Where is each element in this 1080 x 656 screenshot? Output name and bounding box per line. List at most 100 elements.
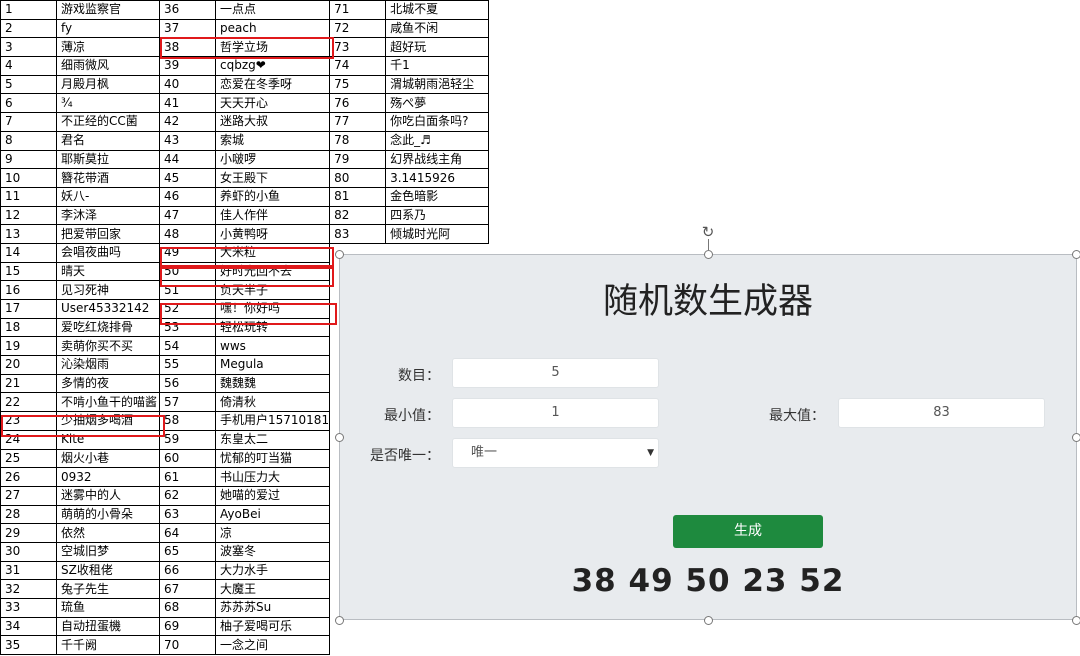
table-cell-name[interactable]: 倚清秋 bbox=[214, 392, 331, 413]
table-cell-name[interactable]: 少抽烟多喝酒 bbox=[56, 411, 160, 431]
table-cell-number[interactable]: 12 bbox=[0, 205, 57, 226]
table-cell-number[interactable]: 2 bbox=[0, 18, 57, 39]
table-cell-name[interactable]: 千千阙 bbox=[56, 635, 160, 656]
resize-handle-top[interactable] bbox=[704, 250, 713, 259]
table-cell-name[interactable]: 好时光回不去 bbox=[214, 261, 331, 282]
table-cell-name[interactable]: AyoBei bbox=[214, 504, 331, 525]
table-cell-number[interactable]: 41 bbox=[159, 93, 216, 114]
table-cell-number[interactable]: 58 bbox=[159, 411, 216, 431]
table-cell-name[interactable]: 晴天 bbox=[56, 261, 160, 282]
table-cell-name[interactable]: 多情的夜 bbox=[56, 373, 160, 394]
table-cell-name[interactable]: 不正经的CC菌 bbox=[56, 112, 160, 132]
table-cell-number[interactable]: 7 bbox=[0, 112, 57, 132]
table-cell-name[interactable]: 爱吃红烧排骨 bbox=[56, 317, 160, 338]
unique-select[interactable]: 唯一 ▼ bbox=[452, 438, 659, 468]
table-cell-number[interactable]: 62 bbox=[159, 485, 216, 506]
table-cell-name[interactable]: 渭城朝雨浥轻尘 bbox=[385, 74, 490, 95]
table-cell-number[interactable]: 15 bbox=[0, 261, 57, 282]
count-input[interactable]: 5 bbox=[452, 358, 659, 388]
table-cell-number[interactable]: 55 bbox=[159, 355, 216, 375]
table-cell-name[interactable]: 耶斯莫拉 bbox=[56, 149, 160, 170]
table-cell-name[interactable]: 东皇太二 bbox=[214, 429, 331, 450]
table-cell-name[interactable]: wws bbox=[214, 336, 331, 357]
table-cell-number[interactable]: 43 bbox=[159, 130, 216, 151]
table-cell-number[interactable]: 50 bbox=[159, 261, 216, 282]
table-cell-name[interactable]: 北城不夏 bbox=[385, 0, 490, 20]
table-cell-number[interactable]: 47 bbox=[159, 205, 216, 226]
table-cell-name[interactable]: 把爱带回家 bbox=[56, 224, 160, 244]
table-cell-number[interactable]: 52 bbox=[159, 299, 216, 319]
table-cell-number[interactable]: 22 bbox=[0, 392, 57, 413]
table-cell-number[interactable]: 18 bbox=[0, 317, 57, 338]
table-cell-name[interactable]: 沁染烟雨 bbox=[56, 355, 160, 375]
generate-button[interactable]: 生成 bbox=[673, 515, 823, 548]
table-cell-number[interactable]: 54 bbox=[159, 336, 216, 357]
table-cell-name[interactable]: 妖八- bbox=[56, 186, 160, 207]
table-cell-name[interactable]: cqbzg❤ bbox=[214, 56, 331, 76]
table-cell-name[interactable]: 千1 bbox=[385, 56, 490, 76]
table-cell-name[interactable]: ¾ bbox=[56, 93, 160, 114]
table-cell-number[interactable]: 59 bbox=[159, 429, 216, 450]
table-cell-number[interactable]: 53 bbox=[159, 317, 216, 338]
table-cell-name[interactable]: 不啃小鱼干的喵酱 bbox=[56, 392, 160, 413]
table-cell-number[interactable]: 20 bbox=[0, 355, 57, 375]
table-cell-name[interactable]: 一念之间 bbox=[214, 635, 331, 656]
table-cell-number[interactable]: 25 bbox=[0, 448, 57, 469]
table-cell-name[interactable]: 兔子先生 bbox=[56, 579, 160, 599]
table-cell-name[interactable]: Megula bbox=[214, 355, 331, 375]
table-cell-name[interactable]: 薄凉 bbox=[56, 37, 160, 58]
table-cell-number[interactable]: 78 bbox=[329, 130, 387, 151]
table-cell-name[interactable]: 大力水手 bbox=[214, 560, 331, 581]
table-cell-number[interactable]: 51 bbox=[159, 280, 216, 300]
table-cell-name[interactable]: 小啵啰 bbox=[214, 149, 331, 170]
table-cell-number[interactable]: 38 bbox=[159, 37, 216, 58]
table-cell-number[interactable]: 13 bbox=[0, 224, 57, 244]
table-cell-name[interactable]: 游戏监察官 bbox=[56, 0, 160, 20]
table-cell-name[interactable]: 会唱夜曲吗 bbox=[56, 242, 160, 263]
table-cell-number[interactable]: 6 bbox=[0, 93, 57, 114]
table-cell-name[interactable]: 苏苏苏Su bbox=[214, 598, 331, 618]
table-cell-number[interactable]: 27 bbox=[0, 485, 57, 506]
table-cell-name[interactable]: 见习死神 bbox=[56, 280, 160, 300]
table-cell-number[interactable]: 73 bbox=[329, 37, 387, 58]
table-cell-name[interactable]: 念此_♬ bbox=[385, 130, 490, 151]
min-input[interactable]: 1 bbox=[452, 398, 659, 428]
table-cell-name[interactable]: 养虾的小鱼 bbox=[214, 186, 331, 207]
table-cell-name[interactable]: 嘿！你好吗 bbox=[214, 299, 331, 319]
table-cell-number[interactable]: 45 bbox=[159, 168, 216, 188]
table-cell-number[interactable]: 66 bbox=[159, 560, 216, 581]
table-cell-name[interactable]: 手机用户15710181 bbox=[214, 411, 331, 431]
table-cell-number[interactable]: 68 bbox=[159, 598, 216, 618]
table-cell-number[interactable]: 61 bbox=[159, 467, 216, 487]
resize-handle-bottom-right[interactable] bbox=[1072, 616, 1080, 625]
table-cell-number[interactable]: 3 bbox=[0, 37, 57, 58]
table-cell-number[interactable] bbox=[330, 636, 386, 655]
table-cell-number[interactable]: 26 bbox=[0, 467, 57, 487]
table-cell-name[interactable]: 她喵的爱过 bbox=[214, 485, 331, 506]
table-cell-number[interactable]: 76 bbox=[329, 93, 387, 114]
table-cell-name[interactable]: 迷雾中的人 bbox=[56, 485, 160, 506]
table-cell-number[interactable]: 77 bbox=[329, 112, 387, 132]
resize-handle-top-right[interactable] bbox=[1072, 250, 1080, 259]
table-cell-number[interactable]: 39 bbox=[159, 56, 216, 76]
table-cell-name[interactable]: 小黄鸭呀 bbox=[214, 224, 331, 244]
table-cell-name[interactable]: 依然 bbox=[56, 523, 160, 543]
table-cell-name[interactable]: 卖萌你买不买 bbox=[56, 336, 160, 357]
table-cell-number[interactable]: 11 bbox=[0, 186, 57, 207]
table-cell-number[interactable]: 67 bbox=[159, 579, 216, 599]
table-cell-number[interactable]: 71 bbox=[329, 0, 387, 20]
resize-handle-left[interactable] bbox=[335, 433, 344, 442]
table-cell-name[interactable]: peach bbox=[214, 18, 331, 39]
table-cell-name[interactable]: 簪花带酒 bbox=[56, 168, 160, 188]
table-cell-name[interactable] bbox=[386, 636, 489, 655]
table-cell-name[interactable]: 咸鱼不闲 bbox=[385, 18, 490, 39]
table-cell-number[interactable]: 4 bbox=[0, 56, 57, 76]
table-cell-name[interactable]: 哲学立场 bbox=[214, 37, 331, 58]
table-cell-name[interactable]: 书山压力大 bbox=[214, 467, 331, 487]
table-cell-number[interactable]: 82 bbox=[329, 205, 387, 226]
table-cell-number[interactable]: 63 bbox=[159, 504, 216, 525]
table-cell-number[interactable]: 16 bbox=[0, 280, 57, 300]
table-cell-number[interactable]: 72 bbox=[329, 18, 387, 39]
table-cell-name[interactable]: 烟火小巷 bbox=[56, 448, 160, 469]
table-cell-name[interactable]: 君名 bbox=[56, 130, 160, 151]
